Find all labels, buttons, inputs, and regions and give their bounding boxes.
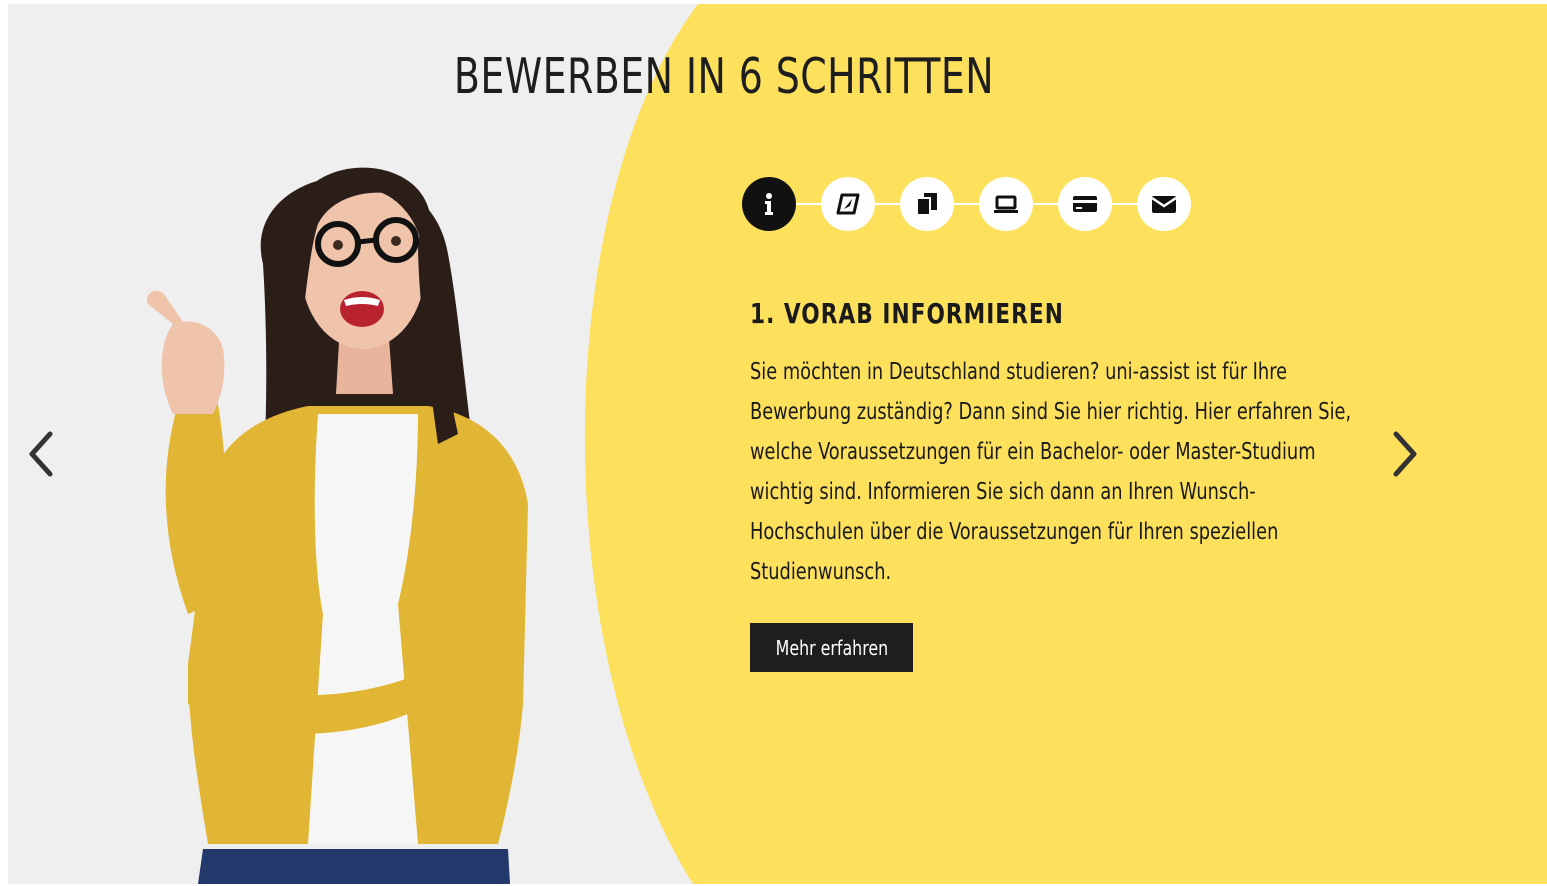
laptop-icon (994, 195, 1018, 213)
steps-slider: BEWERBEN IN 6 SCHRITTEN 1. VORAB INFORMI… (8, 4, 1547, 884)
step-connector (1033, 203, 1058, 205)
step-description: Sie möchten in Deutschland studieren? un… (750, 359, 1352, 585)
step-connector (1112, 203, 1137, 205)
envelope-icon (1151, 196, 1177, 213)
step-connector (875, 203, 900, 205)
chevron-left-icon (29, 431, 53, 477)
section-title: BEWERBEN IN 6 SCHRITTEN (453, 48, 995, 105)
student-photo (146, 167, 528, 884)
compass-icon (836, 193, 860, 215)
step-2-compass[interactable] (821, 177, 875, 231)
step-heading: 1. VORAB INFORMIEREN (750, 297, 1064, 330)
step-3-documents[interactable] (900, 177, 954, 231)
more-info-button-label: Mehr erfahren (775, 635, 888, 660)
chevron-right-icon (1393, 431, 1417, 477)
step-connector (954, 203, 979, 205)
step-1-info[interactable] (742, 177, 796, 231)
info-icon (765, 193, 773, 215)
documents-icon (916, 193, 937, 216)
step-6-mail[interactable] (1137, 177, 1191, 231)
credit-card-icon (1073, 196, 1097, 212)
step-connector (796, 203, 821, 205)
step-5-payment[interactable] (1058, 177, 1112, 231)
step-indicator (742, 176, 1191, 232)
step-4-laptop[interactable] (979, 177, 1033, 231)
previous-arrow[interactable] (22, 424, 62, 484)
next-arrow[interactable] (1384, 424, 1424, 484)
step-content: 1. VORAB INFORMIEREN Sie möchten in Deut… (750, 297, 1390, 672)
more-info-button[interactable]: Mehr erfahren (750, 623, 913, 672)
